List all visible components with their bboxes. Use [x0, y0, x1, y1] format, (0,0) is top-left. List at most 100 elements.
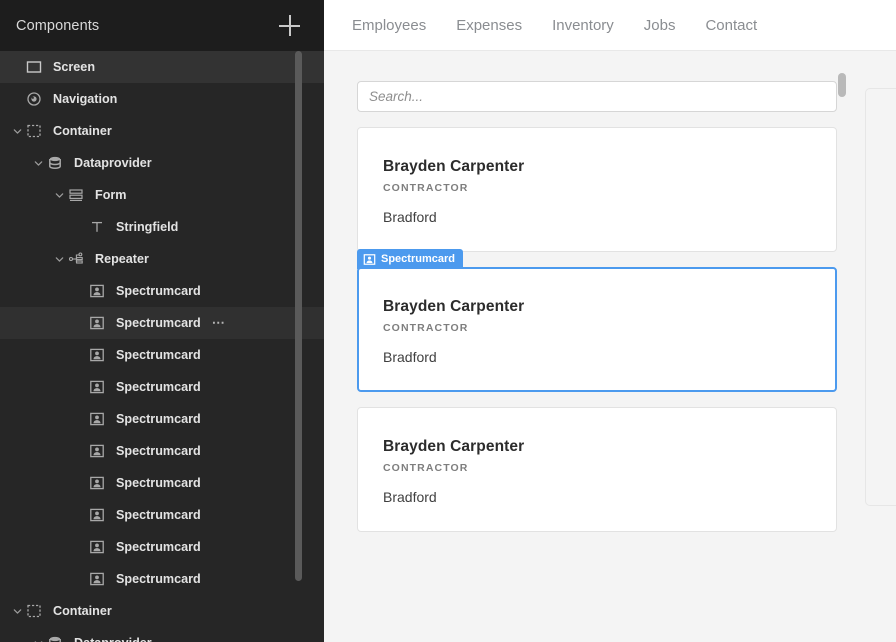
card-icon: [87, 505, 107, 525]
tree-item-dataprovider[interactable]: Dataprovider: [0, 627, 324, 642]
chevron-down-icon[interactable]: [31, 627, 45, 642]
empty-container-panel[interactable]: [865, 88, 896, 506]
tree-item-container[interactable]: Container: [0, 115, 324, 147]
sidebar-header: Components: [0, 0, 324, 51]
tree-item-label: Container: [53, 604, 112, 618]
tree-item-label: Spectrumcard: [116, 284, 201, 298]
chevron-down-icon[interactable]: [31, 147, 45, 179]
tree-item-label: Stringfield: [116, 220, 179, 234]
component-selection-tag[interactable]: Spectrumcard: [357, 249, 463, 269]
sidebar-scrollbar[interactable]: [295, 51, 302, 642]
card-icon: [87, 409, 107, 429]
app-canvas: Brayden CarpenterCONTRACTORBradfordSpect…: [324, 51, 896, 642]
tree-item-label: Spectrumcard: [116, 316, 201, 330]
card-icon: [87, 441, 107, 461]
tree-item-screen[interactable]: Screen: [0, 51, 324, 83]
card-icon: [87, 313, 107, 333]
page-title: Components: [16, 17, 100, 34]
tree-item-stringfield[interactable]: Stringfield: [0, 211, 324, 243]
chevron-down-icon[interactable]: [10, 595, 24, 627]
tree-item-spectrumcard[interactable]: Spectrumcard: [0, 339, 324, 371]
tree-item-spectrumcard[interactable]: Spectrumcard: [0, 275, 324, 307]
app-root: Components Screen Navigation Container Data…: [0, 0, 896, 642]
card-location: Bradford: [383, 349, 437, 365]
eye-icon: [24, 89, 44, 109]
search-input[interactable]: [357, 81, 837, 112]
tree-item-spectrumcard[interactable]: Spectrumcard: [0, 371, 324, 403]
search-field-wrap: [357, 81, 837, 112]
tree-item-container[interactable]: Container: [0, 595, 324, 627]
tree-item-label: Spectrumcard: [116, 508, 201, 522]
tree-item-label: Spectrumcard: [116, 572, 201, 586]
tree-item-label: Spectrumcard: [116, 348, 201, 362]
tree-item-spectrumcard[interactable]: Spectrumcard: [0, 531, 324, 563]
tree-item-label: Navigation: [53, 92, 118, 106]
nav-link-employees[interactable]: Employees: [352, 17, 426, 34]
tree-item-dataprovider[interactable]: Dataprovider: [0, 147, 324, 179]
card-icon: [87, 377, 107, 397]
card-name: Brayden Carpenter: [383, 158, 525, 175]
tree-item-navigation[interactable]: Navigation: [0, 83, 324, 115]
tree-item-spectrumcard[interactable]: Spectrumcard: [0, 563, 324, 595]
tree-item-label: Repeater: [95, 252, 149, 266]
card-name: Brayden Carpenter: [383, 438, 525, 455]
tree-item-repeater[interactable]: Repeater: [0, 243, 324, 275]
screen-icon: [24, 57, 44, 77]
database-icon: [45, 633, 65, 642]
spectrum-card[interactable]: Spectrumcard Brayden Carpenter CONTRACTOR B…: [357, 249, 837, 392]
sidebar-scrollbar-thumb[interactable]: [295, 51, 302, 581]
spectrum-card[interactable]: Brayden Carpenter CONTRACTOR Bradford: [357, 407, 837, 532]
tree-item-label: Spectrumcard: [116, 380, 201, 394]
top-navigation: Employees Expenses Inventory Jobs Contact: [324, 0, 896, 51]
nav-link-inventory[interactable]: Inventory: [552, 17, 614, 34]
card-icon: [87, 473, 107, 493]
database-icon: [45, 153, 65, 173]
form-icon: [66, 185, 86, 205]
components-sidebar: Components Screen Navigation Container Data…: [0, 0, 324, 642]
component-tree[interactable]: Screen Navigation Container Dataprovider For…: [0, 51, 324, 642]
chevron-down-icon[interactable]: [52, 179, 66, 211]
tree-item-spectrumcard[interactable]: Spectrumcard: [0, 499, 324, 531]
container-icon: [24, 121, 44, 141]
spectrum-card[interactable]: Brayden Carpenter CONTRACTOR Bradford: [357, 127, 837, 252]
tree-item-spectrumcard[interactable]: Spectrumcard: [0, 403, 324, 435]
tree-item-label: Spectrumcard: [116, 540, 201, 554]
repeater-icon: [66, 249, 86, 269]
tree-item-spectrumcard[interactable]: Spectrumcard ⋯: [0, 307, 324, 339]
tree-item-label: Spectrumcard: [116, 444, 201, 458]
tree-item-label: Spectrumcard: [116, 476, 201, 490]
card-icon: [87, 537, 107, 557]
card-role: CONTRACTOR: [383, 322, 469, 334]
more-options-icon[interactable]: ⋯: [212, 316, 226, 329]
nav-link-expenses[interactable]: Expenses: [456, 17, 522, 34]
card-icon: [87, 569, 107, 589]
card-role: CONTRACTOR: [383, 462, 469, 474]
tree-item-label: Dataprovider: [74, 156, 152, 170]
tree-item-label: Form: [95, 188, 127, 202]
card-location: Bradford: [383, 209, 437, 225]
main-area: Employees Expenses Inventory Jobs Contact Br…: [324, 0, 896, 642]
tree-item-spectrumcard[interactable]: Spectrumcard: [0, 467, 324, 499]
plus-icon[interactable]: [279, 14, 301, 37]
card-location: Bradford: [383, 489, 437, 505]
component-tag-label: Spectrumcard: [381, 253, 455, 265]
tree-item-label: Dataprovider: [74, 636, 152, 642]
canvas-scrollbar-thumb[interactable]: [838, 73, 846, 97]
repeater-column: Brayden CarpenterCONTRACTORBradfordSpect…: [357, 81, 837, 532]
chevron-down-icon[interactable]: [52, 243, 66, 275]
tree-item-label: Screen: [53, 60, 96, 74]
card-icon: [87, 345, 107, 365]
text-icon: [87, 217, 107, 237]
tree-item-spectrumcard[interactable]: Spectrumcard: [0, 435, 324, 467]
tree-item-label: Container: [53, 124, 112, 138]
card-icon: [363, 253, 376, 266]
container-icon: [24, 601, 44, 621]
tree-item-label: Spectrumcard: [116, 412, 201, 426]
nav-link-contact[interactable]: Contact: [705, 17, 757, 34]
tree-item-form[interactable]: Form: [0, 179, 324, 211]
card-icon: [87, 281, 107, 301]
nav-link-jobs[interactable]: Jobs: [644, 17, 676, 34]
chevron-down-icon[interactable]: [10, 115, 24, 147]
card-name: Brayden Carpenter: [383, 298, 525, 315]
card-role: CONTRACTOR: [383, 182, 469, 194]
